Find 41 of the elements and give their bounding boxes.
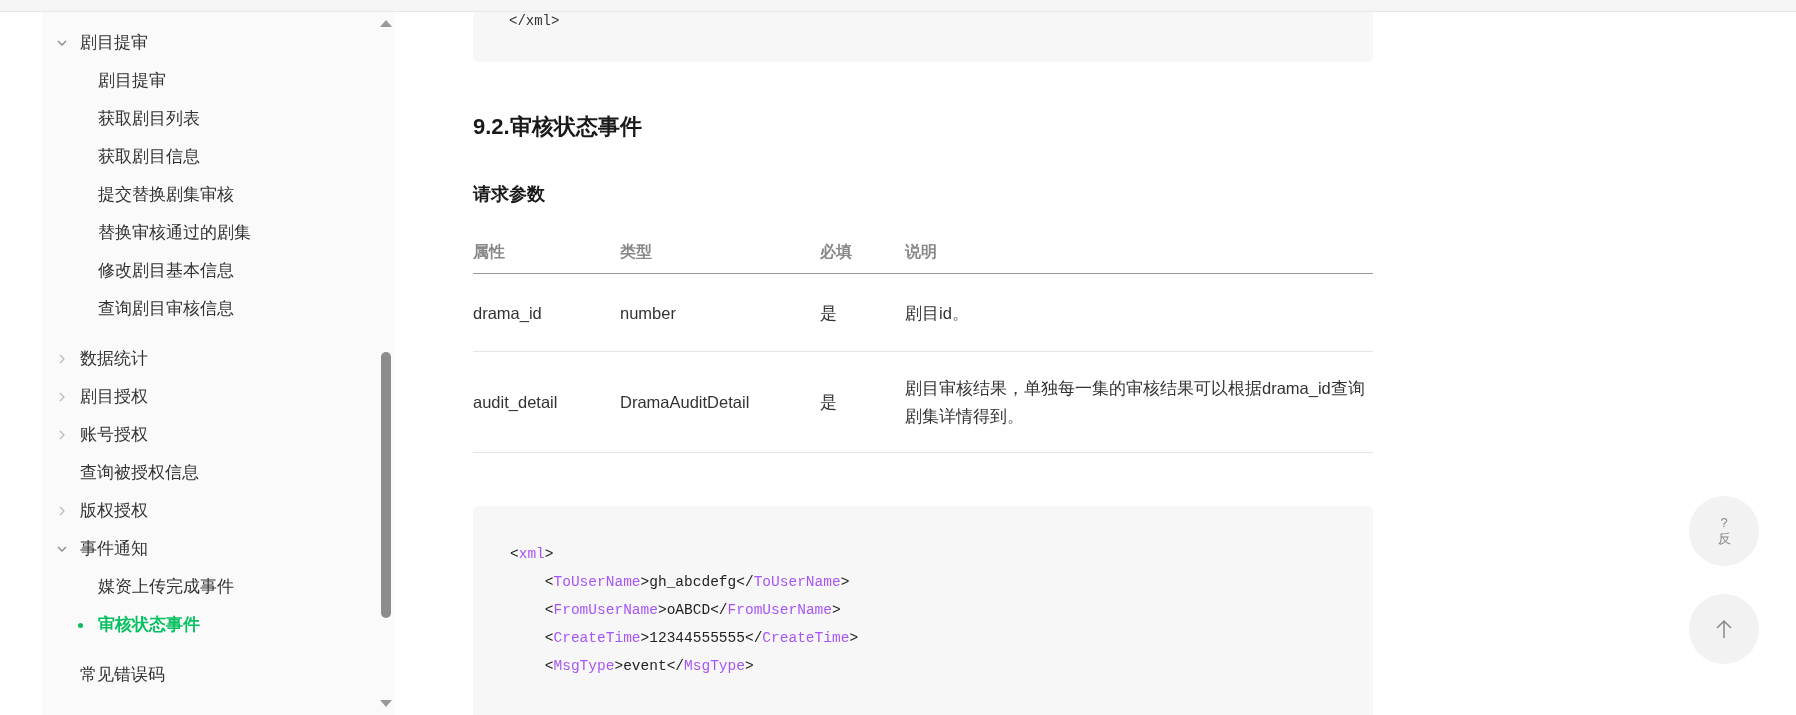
- nav-item[interactable]: 剧目提审: [80, 30, 148, 56]
- code-line: <FromUserName>oABCD</FromUserName>: [543, 601, 842, 620]
- section-heading: 9.2.审核状态事件: [473, 113, 643, 141]
- nav-item[interactable]: 查询剧目审核信息: [98, 296, 234, 322]
- column-header: 说明: [905, 242, 937, 260]
- nav-item[interactable]: 事件通知: [80, 536, 148, 562]
- nav-item[interactable]: 查询被授权信息: [80, 460, 199, 486]
- nav-item[interactable]: 媒资上传完成事件: [98, 574, 234, 600]
- nav-item[interactable]: 剧目提审: [98, 68, 166, 94]
- code-line: <MsgType>event</MsgType>: [543, 657, 755, 676]
- table-cell-text: 是: [820, 392, 838, 413]
- scroll-up-icon[interactable]: [379, 18, 393, 28]
- code-line: <xml>: [510, 545, 555, 564]
- table-cell-text: drama_id: [473, 302, 543, 324]
- table-cell-text: 是: [820, 302, 838, 324]
- column-header: 类型: [620, 242, 652, 260]
- nav-item[interactable]: 数据统计: [80, 346, 148, 372]
- table-cell-text: number: [620, 302, 677, 324]
- nav-item[interactable]: 获取剧目列表: [98, 106, 200, 132]
- nav-item[interactable]: 修改剧目基本信息: [98, 258, 234, 284]
- nav-item[interactable]: 提交替换剧集审核: [98, 182, 234, 208]
- table-cell-text: audit_detail: [473, 392, 559, 413]
- column-header: 属性: [473, 242, 505, 260]
- arrow-up-icon: [1716, 619, 1732, 639]
- table-cell-text: 剧目审核结果，单独每一集的审核结果可以根据drama_id查询剧集详情得到。: [905, 378, 1366, 427]
- nav-item[interactable]: 剧目授权: [80, 384, 148, 410]
- nav-item[interactable]: 获取剧目信息: [98, 144, 200, 170]
- subsection-heading: 请求参数: [473, 183, 546, 206]
- code-line: <ToUserName>gh_abcdefg</ToUserName>: [543, 573, 851, 592]
- code-line: </xml>: [509, 12, 560, 30]
- scrollbar-thumb[interactable]: [381, 352, 391, 618]
- scroll-down-icon[interactable]: [379, 699, 393, 709]
- table-cell-text: 剧目id。: [905, 302, 970, 324]
- column-header: 必填: [820, 242, 852, 260]
- table-cell-text: DramaAuditDetail: [620, 392, 751, 413]
- nav-item[interactable]: 常见错误码: [80, 662, 165, 688]
- nav-item[interactable]: 替换审核通过的剧集: [98, 220, 251, 246]
- code-line: <CreateTime>12344555555</CreateTime>: [543, 629, 860, 648]
- nav-item[interactable]: 版权授权: [80, 498, 148, 524]
- nav-item[interactable]: 账号授权: [80, 422, 148, 448]
- bullet-icon: [78, 622, 83, 628]
